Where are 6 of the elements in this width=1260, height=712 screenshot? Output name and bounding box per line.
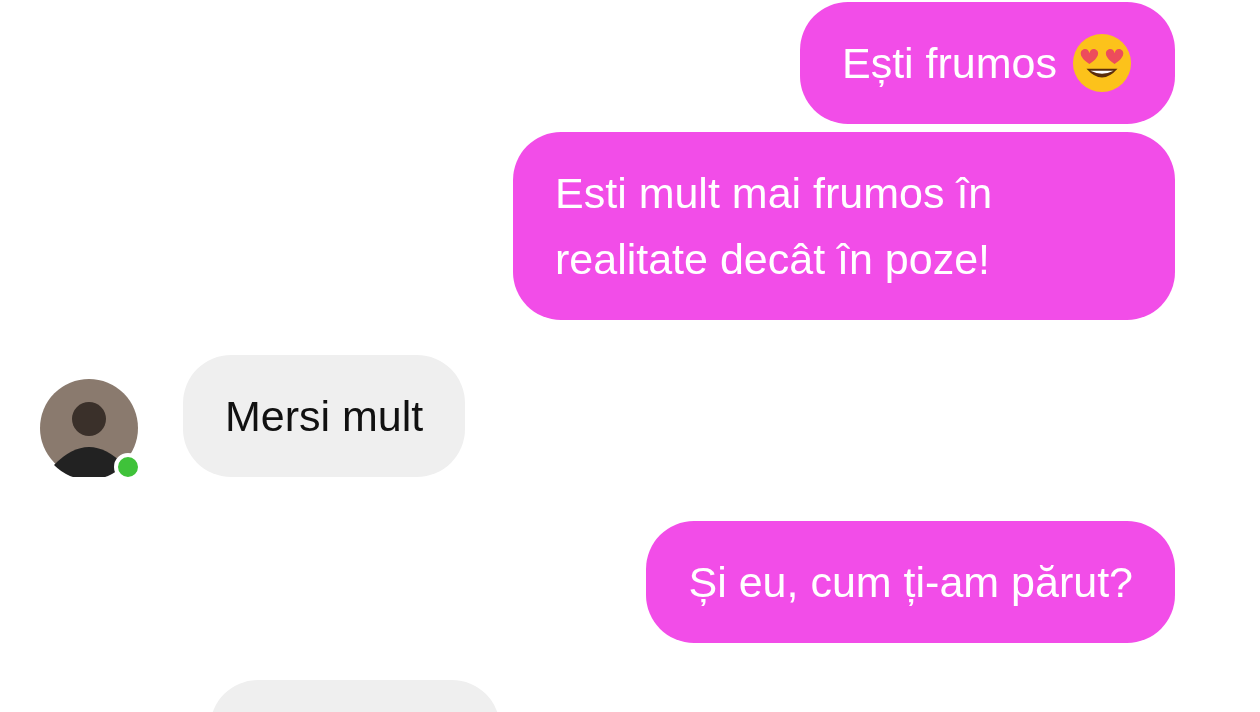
- message-bubble: Esti mult mai frumos în realitate decât în poze!: [513, 132, 1175, 320]
- message-bubble: Ești frumos: [799, 2, 1175, 124]
- avatar[interactable]: [40, 379, 138, 477]
- person-silhouette-icon: [40, 379, 138, 477]
- message-bubble: Mersi mult: [183, 355, 466, 477]
- message-bubble: Și eu, cum ți-am părut?: [646, 521, 1175, 643]
